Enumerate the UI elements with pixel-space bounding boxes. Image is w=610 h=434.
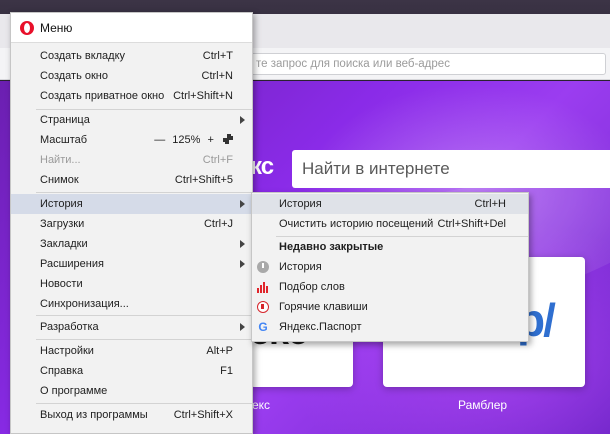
menu-header[interactable]: Меню (11, 13, 252, 43)
submenu-item-label: История (279, 198, 322, 210)
menu-item-new-private-window[interactable]: Создать приватное окно Ctrl+Shift+N (11, 86, 252, 106)
menu-item-exit[interactable]: Выход из программы Ctrl+Shift+X (11, 405, 252, 425)
zoom-controls: — 125% + (154, 130, 233, 150)
recent-item-label: Горячие клавиши (279, 301, 368, 313)
recently-closed-heading: Недавно закрытые (252, 237, 528, 257)
key-icon (257, 301, 269, 313)
speed-dial-search: кс Найти в интернете (250, 147, 610, 191)
menu-item-settings[interactable]: Настройки Alt+P (11, 341, 252, 361)
menu-item-label: История (40, 198, 83, 210)
menu-item-label: Выход из программы (40, 409, 148, 421)
menu-separator (36, 192, 252, 193)
menu-item-help[interactable]: Справка F1 (11, 361, 252, 381)
tile-caption-rambler: Рамблер (458, 398, 508, 412)
menu-separator (36, 339, 252, 340)
menu-item-label: Загрузки (40, 218, 85, 230)
chevron-right-icon (240, 200, 245, 208)
menu-item-label: Настройки (40, 345, 94, 357)
web-search-input[interactable]: Найти в интернете (292, 150, 610, 188)
menu-item-news[interactable]: Новости (11, 274, 252, 294)
menu-item-label: Создать приватное окно (40, 90, 165, 102)
menu-item-label: Синхронизация... (40, 298, 129, 310)
menu-item-label: Новости (40, 278, 83, 290)
menu-item-shortcut: Ctrl+Shift+N (173, 90, 233, 102)
zoom-out-button[interactable]: — (154, 130, 165, 150)
submenu-item-shortcut: Ctrl+H (474, 198, 506, 210)
menu-item-label: Разработка (40, 321, 99, 333)
menu-item-extensions[interactable]: Расширения (11, 254, 252, 274)
bars-icon (257, 281, 269, 293)
menu-item-history[interactable]: История (11, 194, 252, 214)
menu-item-shortcut: Ctrl+J (203, 218, 233, 230)
menu-item-shortcut: F1 (220, 365, 233, 377)
menu-item-developer[interactable]: Разработка (11, 317, 252, 337)
menu-item-new-tab[interactable]: Создать вкладку Ctrl+T (11, 46, 252, 66)
menu-item-label: Создать окно (40, 70, 108, 82)
zoom-in-button[interactable]: + (208, 130, 214, 150)
clock-icon (257, 261, 269, 273)
recent-item-label: Подбор слов (279, 281, 345, 293)
menu-item-shortcut: Ctrl+T (202, 50, 233, 62)
menu-item-shortcut: Ctrl+Shift+5 (174, 174, 233, 186)
opera-main-menu: Меню Создать вкладку Ctrl+T Создать окно… (10, 12, 253, 434)
chevron-right-icon (240, 116, 245, 124)
heading-label: Недавно закрытые (279, 241, 384, 253)
menu-item-bookmarks[interactable]: Закладки (11, 234, 252, 254)
chevron-right-icon (240, 323, 245, 331)
menu-item-label: Снимок (40, 174, 79, 186)
menu-item-label: Справка (40, 365, 84, 377)
tile-caption-yandex: екс (252, 398, 271, 412)
chevron-right-icon (240, 260, 245, 268)
menu-item-shortcut: Ctrl+N (201, 70, 233, 82)
menu-item-snapshot[interactable]: Снимок Ctrl+Shift+5 (11, 170, 252, 190)
menu-item-label: Создать вкладку (40, 50, 126, 62)
menu-item-shortcut: Ctrl+F (202, 154, 233, 166)
menu-item-zoom: Масштаб — 125% + (11, 130, 252, 150)
menu-item-label: Закладки (40, 238, 88, 250)
opera-logo-icon (20, 21, 34, 35)
chevron-right-icon (240, 240, 245, 248)
menu-item-sync[interactable]: Синхронизация... (11, 294, 252, 314)
recent-item-label: История (279, 261, 322, 273)
submenu-item-shortcut: Ctrl+Shift+Del (437, 218, 506, 230)
menu-item-label: Найти... (40, 154, 81, 166)
submenu-item-label: Очистить историю посещений (279, 218, 434, 230)
menu-title: Меню (40, 21, 73, 35)
fullscreen-icon[interactable] (223, 134, 233, 144)
menu-item-label: Расширения (40, 258, 104, 270)
recent-item-yandex-passport[interactable]: G Яндекс.Паспорт (252, 317, 528, 337)
submenu-item-clear-history[interactable]: Очистить историю посещений Ctrl+Shift+De… (252, 214, 528, 234)
google-icon: G (258, 320, 268, 334)
history-submenu: История Ctrl+H Очистить историю посещени… (251, 192, 529, 342)
menu-item-label: Масштаб (40, 134, 88, 146)
menu-item-shortcut: Alt+P (206, 345, 233, 357)
menu-item-find[interactable]: Найти... Ctrl+F (11, 150, 252, 170)
menu-item-label: О программе (40, 385, 108, 397)
recent-item-word-selection[interactable]: Подбор слов (252, 277, 528, 297)
recent-item-history[interactable]: История (252, 257, 528, 277)
menu-item-page[interactable]: Страница (11, 110, 252, 130)
menu-separator (36, 315, 252, 316)
recent-item-label: Яндекс.Паспорт (279, 321, 362, 333)
zoom-value: 125% (172, 134, 201, 146)
menu-item-shortcut: Ctrl+Shift+X (173, 409, 233, 421)
recent-item-hotkeys[interactable]: Горячие клавиши (252, 297, 528, 317)
menu-separator (36, 403, 252, 404)
menu-item-label: Страница (40, 114, 90, 126)
submenu-item-history[interactable]: История Ctrl+H (252, 194, 528, 214)
search-engine-logo: кс (250, 153, 274, 180)
menu-item-about[interactable]: О программе (11, 381, 252, 401)
menu-item-downloads[interactable]: Загрузки Ctrl+J (11, 214, 252, 234)
menu-item-new-window[interactable]: Создать окно Ctrl+N (11, 66, 252, 86)
